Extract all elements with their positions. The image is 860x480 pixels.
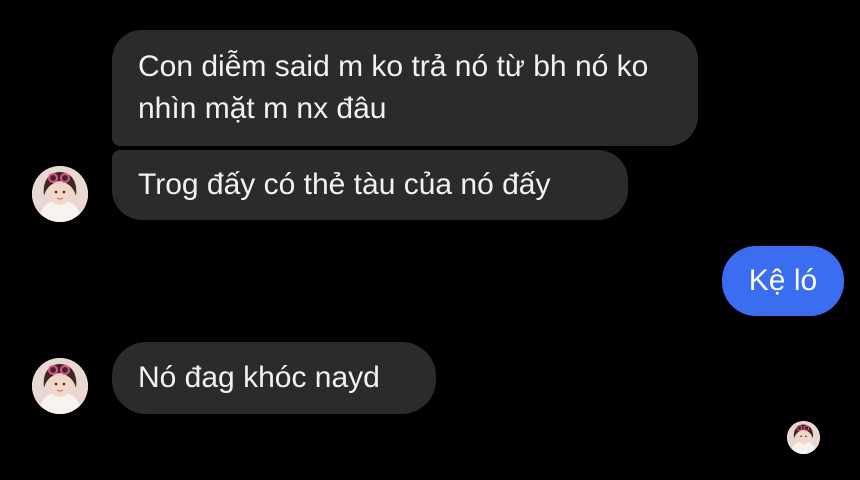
profile-photo-icon [32,166,88,222]
message-bubble-incoming[interactable]: Trog đấy có thẻ tàu của nó đấy [112,150,628,220]
message-text: Trog đấy có thẻ tàu của nó đấy [138,168,551,201]
message-bubble-outgoing[interactable]: Kệ ló [722,246,844,316]
profile-photo-icon [32,358,88,414]
message-text: Nó đag khóc nayd [138,361,380,394]
message-bubble-incoming[interactable]: Nó đag khóc nayd [112,342,436,414]
sender-avatar[interactable] [32,358,88,414]
chat-thread: Con diễm said m ko trả nó từ bh nó ko nh… [0,0,860,480]
read-receipt-avatar [787,421,820,454]
message-bubble-incoming[interactable]: Con diễm said m ko trả nó từ bh nó ko nh… [112,30,698,146]
message-text: Con diễm said m ko trả nó từ bh nó ko nh… [138,50,649,125]
profile-photo-icon [787,421,820,454]
message-text: Kệ ló [748,264,818,297]
sender-avatar[interactable] [32,166,88,222]
